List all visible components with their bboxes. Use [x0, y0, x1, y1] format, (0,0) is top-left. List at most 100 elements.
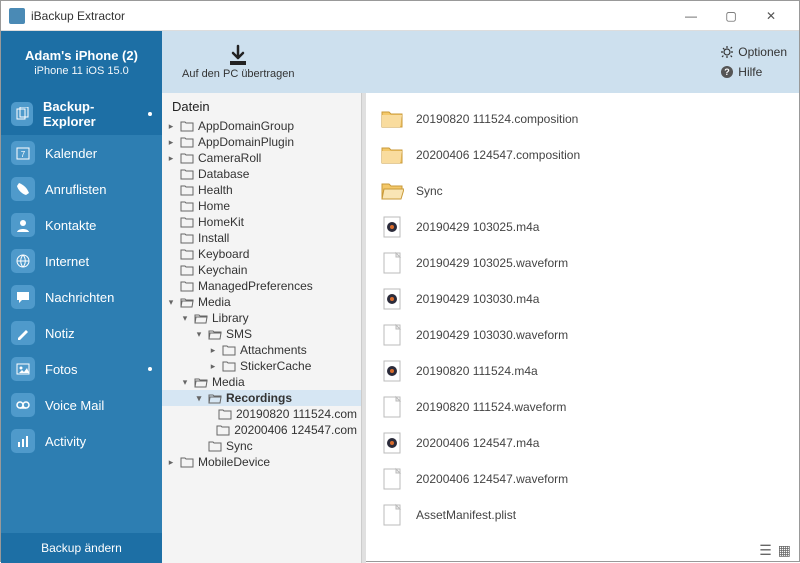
tree-node[interactable]: Keychain	[162, 262, 361, 278]
tree-node[interactable]: ManagedPreferences	[162, 278, 361, 294]
expand-arrow-icon[interactable]: ▾	[180, 313, 190, 324]
view-grid-icon[interactable]: ▦	[778, 542, 791, 559]
tree-node[interactable]: 20200406 124547.com	[162, 422, 361, 438]
maximize-button[interactable]: ▢	[711, 2, 751, 30]
sidebar-item-backup-explorer[interactable]: Backup-Explorer	[1, 93, 162, 135]
phone-icon	[11, 177, 35, 201]
folder-icon	[208, 440, 222, 452]
tree-node[interactable]: ▸Attachments	[162, 342, 361, 358]
tree-node[interactable]: ▾SMS	[162, 326, 361, 342]
view-list-icon[interactable]: ☰	[759, 542, 772, 559]
tree-header: Datein	[162, 93, 361, 118]
file-row[interactable]: 20190429 103030.waveform	[366, 317, 799, 353]
tree-node[interactable]: ▸ AppDomainPlugin	[162, 134, 361, 150]
tree-node-label: AppDomainPlugin	[198, 135, 294, 149]
expand-arrow-icon[interactable]: ▾	[194, 393, 204, 404]
help-link[interactable]: Hilfe	[720, 65, 787, 79]
device-info: Adam's iPhone (2) iPhone 11 iOS 15.0	[1, 31, 162, 93]
sidebar-item-kontakte[interactable]: Kontakte	[1, 207, 162, 243]
tree-node-label: Home	[198, 199, 230, 213]
change-backup-button[interactable]: Backup ändern	[1, 533, 162, 563]
tree-node[interactable]: ▾Library	[162, 310, 361, 326]
sidebar-item-nachrichten[interactable]: Nachrichten	[1, 279, 162, 315]
expand-arrow-icon[interactable]: ▸	[166, 121, 176, 132]
main: Backup-Explorer7KalenderAnruflistenKonta…	[1, 93, 799, 563]
tree-node[interactable]: Sync	[162, 438, 361, 454]
help-icon	[720, 65, 734, 79]
file-name: 20190429 103030.waveform	[416, 328, 568, 342]
user-icon	[11, 213, 35, 237]
header: Adam's iPhone (2) iPhone 11 iOS 15.0 Auf…	[1, 31, 799, 93]
tree-node[interactable]: ▸MobileDevice	[162, 454, 361, 470]
close-button[interactable]: ✕	[751, 2, 791, 30]
minimize-button[interactable]: ―	[671, 2, 711, 30]
expand-arrow-icon[interactable]: ▾	[194, 329, 204, 340]
tree-node[interactable]: ▾Recordings	[162, 390, 361, 406]
tree-node-label: Media	[198, 295, 231, 309]
sidebar-item-fotos[interactable]: Fotos	[1, 351, 162, 387]
file-row[interactable]: AssetManifest.plist	[366, 497, 799, 533]
sidebar-item-anruflisten[interactable]: Anruflisten	[1, 171, 162, 207]
expand-arrow-icon[interactable]: ▸	[166, 457, 176, 468]
sidebar-item-activity[interactable]: Activity	[1, 423, 162, 459]
tree-node-label: ManagedPreferences	[198, 279, 313, 293]
file-row[interactable]: 20190820 111524.composition	[366, 101, 799, 137]
file-row[interactable]: 20200406 124547.waveform	[366, 461, 799, 497]
file-name: 20200406 124547.composition	[416, 148, 580, 162]
file-name: 20190820 111524.waveform	[416, 400, 566, 414]
tree-node-label: Health	[198, 183, 233, 197]
tree-panel: Datein ▸AppDomainGroup▸AppDomainPlugin▸C…	[162, 93, 362, 563]
file-row[interactable]: 20190820 111524.m4a	[366, 353, 799, 389]
file-row[interactable]: 20190820 111524.waveform	[366, 389, 799, 425]
expand-arrow-icon[interactable]: ▸	[208, 361, 218, 372]
tree-node[interactable]: Keyboard	[162, 246, 361, 262]
folder-icon	[180, 120, 194, 132]
tree-node[interactable]: Database	[162, 166, 361, 182]
sidebar-item-voice-mail[interactable]: Voice Mail	[1, 387, 162, 423]
folder-icon	[180, 216, 194, 228]
file-row[interactable]: 20190429 103025.m4a	[366, 209, 799, 245]
tree-node[interactable]: ▾ Media	[162, 294, 361, 310]
sidebar-item-internet[interactable]: Internet	[1, 243, 162, 279]
file-icon	[380, 251, 404, 275]
file-row[interactable]: Sync	[366, 173, 799, 209]
expand-arrow-icon[interactable]: ▾	[180, 377, 190, 388]
chat-icon	[11, 285, 35, 309]
file-list: 20190820 111524.composition 20200406 1245…	[366, 93, 799, 563]
tree-node[interactable]: ▸CameraRoll	[162, 150, 361, 166]
file-name: 20200406 124547.waveform	[416, 472, 568, 486]
file-row[interactable]: 20190429 103030.m4a	[366, 281, 799, 317]
photo-icon	[11, 357, 35, 381]
chart-icon	[11, 429, 35, 453]
folder-icon	[218, 408, 232, 420]
expand-arrow-icon[interactable]: ▸	[208, 345, 218, 356]
calendar-icon: 7	[11, 141, 35, 165]
file-icon	[380, 395, 404, 419]
expand-arrow-icon[interactable]: ▸	[166, 137, 176, 148]
transfer-label: Auf den PC übertragen	[182, 68, 295, 80]
tree-node[interactable]: HomeKit	[162, 214, 361, 230]
sidebar-item-notiz[interactable]: Notiz	[1, 315, 162, 351]
folder-icon	[180, 232, 194, 244]
expand-arrow-icon[interactable]: ▸	[166, 153, 176, 164]
folder-tree: ▸AppDomainGroup▸AppDomainPlugin▸CameraRo…	[162, 118, 361, 563]
tree-node[interactable]: Home	[162, 198, 361, 214]
transfer-button[interactable]: Auf den PC übertragen	[174, 40, 303, 84]
file-row[interactable]: 20200406 124547.m4a	[366, 425, 799, 461]
tree-node[interactable]: ▾Media	[162, 374, 361, 390]
tree-node[interactable]: 20190820 111524.com	[162, 406, 361, 422]
sidebar-item-kalender[interactable]: 7Kalender	[1, 135, 162, 171]
tree-node[interactable]: ▸StickerCache	[162, 358, 361, 374]
tree-node[interactable]: Health	[162, 182, 361, 198]
tree-node[interactable]: ▸AppDomainGroup	[162, 118, 361, 134]
tree-node[interactable]: Install	[162, 230, 361, 246]
file-name: 20190429 103025.waveform	[416, 256, 568, 270]
sidebar-item-label: Nachrichten	[45, 290, 114, 305]
file-icon	[380, 503, 404, 527]
file-icon	[380, 467, 404, 491]
audio-icon	[380, 215, 404, 239]
options-link[interactable]: Optionen	[720, 45, 787, 59]
file-row[interactable]: 20190429 103025.waveform	[366, 245, 799, 281]
expand-arrow-icon[interactable]: ▾	[166, 297, 176, 308]
file-row[interactable]: 20200406 124547.composition	[366, 137, 799, 173]
